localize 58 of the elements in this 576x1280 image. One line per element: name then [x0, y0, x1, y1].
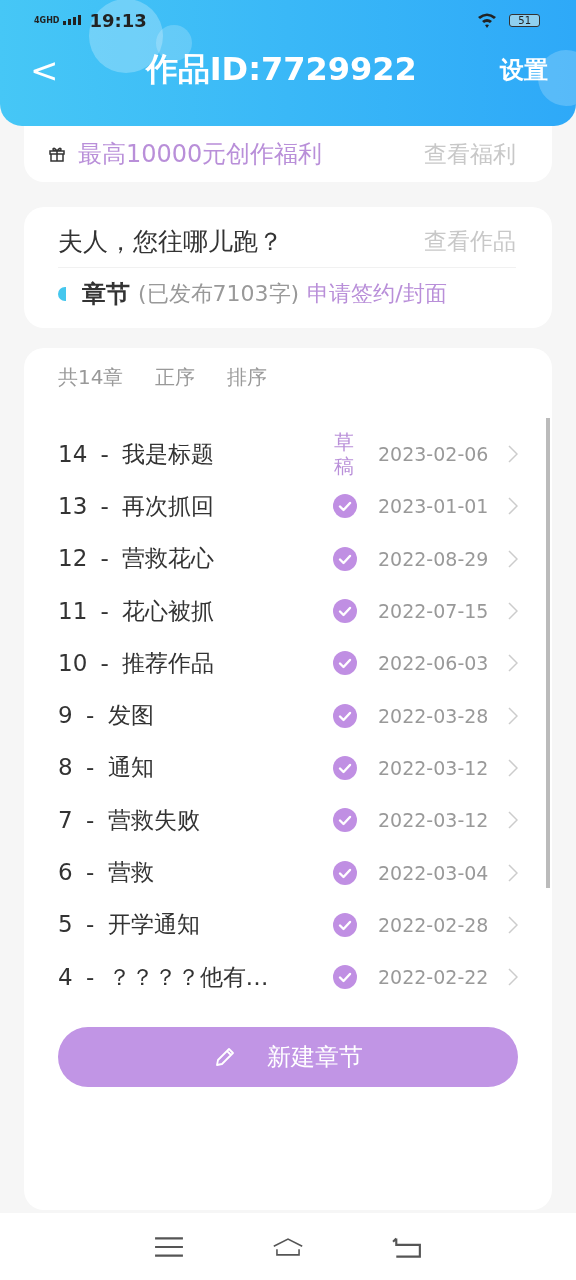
section-title: 章节	[82, 279, 130, 310]
chevron-right-icon	[508, 863, 518, 882]
network-indicator: 4GHD	[34, 15, 60, 25]
page-title: 作品ID:7729922	[144, 49, 418, 90]
menu-icon[interactable]	[154, 1234, 185, 1259]
published-check-icon	[333, 808, 357, 833]
chapter-title[interactable]: 6 - 营救	[58, 857, 322, 888]
chevron-right-icon	[508, 602, 518, 621]
chapter-title[interactable]: 4 - ？？？？他有…	[58, 961, 322, 993]
chapter-title[interactable]: 10 - 推荐作品	[58, 647, 322, 679]
section-marker-icon	[58, 287, 66, 301]
published-check-icon	[333, 599, 357, 624]
chevron-right-icon	[508, 549, 518, 568]
status-time: 19:13	[89, 9, 147, 31]
published-check-icon	[333, 703, 357, 728]
chapter-title[interactable]: 12 - 营救花心	[58, 543, 322, 575]
gift-icon	[48, 146, 66, 162]
chevron-right-icon	[508, 968, 518, 987]
published-check-icon	[333, 651, 357, 676]
chevron-right-icon	[508, 654, 518, 673]
chapter-date: 2022-08-29	[378, 547, 490, 570]
chevron-right-icon	[508, 758, 518, 777]
published-check-icon	[333, 860, 357, 885]
chapter-title[interactable]: 8 - 通知	[58, 752, 322, 784]
chapter-title[interactable]: 13 - 再次抓回	[58, 490, 322, 522]
welfare-text: 最高10000元创作福利	[78, 139, 323, 170]
battery-indicator: 51	[509, 13, 540, 27]
published-check-icon	[333, 965, 357, 990]
chapter-date: 2022-03-04	[378, 861, 490, 884]
chevron-right-icon	[508, 706, 518, 725]
chapter-title[interactable]: 7 - 营救失败	[58, 804, 322, 836]
wifi-icon	[477, 12, 498, 28]
chevron-right-icon	[508, 445, 518, 464]
chapter-date: 2022-02-28	[378, 913, 490, 936]
chevron-right-icon	[508, 811, 518, 830]
chapter-title[interactable]: 9 - 发图	[58, 700, 322, 732]
draft-label: 草稿	[334, 430, 355, 479]
chapter-date: 2022-07-15	[378, 600, 490, 623]
chapter-date: 2022-03-28	[378, 704, 490, 727]
chapter-title[interactable]: 5 - 开学通知	[58, 909, 322, 941]
chapter-date: 2022-03-12	[378, 809, 490, 832]
chapter-date: 2022-02-22	[378, 966, 490, 989]
chevron-right-icon	[508, 497, 518, 516]
chapter-title[interactable]: 11 - 花心被抓	[58, 595, 322, 627]
published-check-icon	[333, 494, 357, 519]
published-count: (已发布7103字)	[138, 280, 300, 308]
published-check-icon	[333, 755, 357, 780]
work-title: 夫人，您往哪儿跑？	[58, 225, 283, 258]
chevron-right-icon	[508, 915, 518, 934]
chapter-date: 2022-06-03	[378, 652, 490, 675]
signal-icon	[63, 15, 82, 25]
chapter-count: 共14章	[58, 363, 124, 391]
chapter-date: 2023-01-01	[378, 495, 490, 518]
published-check-icon	[333, 912, 357, 937]
chapter-date: 2023-02-06	[378, 443, 490, 466]
chapter-date: 2022-03-12	[378, 756, 490, 779]
published-check-icon	[333, 546, 357, 571]
chapter-title[interactable]: 14 - 我是标题	[58, 438, 322, 470]
